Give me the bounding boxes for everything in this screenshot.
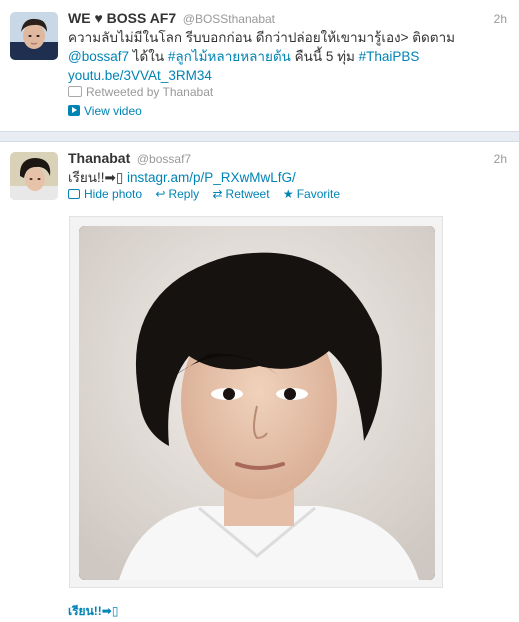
tweet-text-segment: ความลับไม่มีในโลก รีบบอกก่อน ดีกว่าปล่อย…: [68, 30, 456, 45]
timestamp[interactable]: 2h: [494, 152, 507, 166]
favorite-label: Favorite: [296, 187, 341, 201]
favorite-button[interactable]: ★ Favorite: [283, 187, 340, 201]
retweet-icon: [68, 86, 82, 97]
tweet-retweeted[interactable]: WE ♥ BOSS AF7 @BOSSthanabat 2h ความลับไม…: [0, 0, 519, 131]
hashtag-link[interactable]: #ลูกไม้หลายหลายต้น: [168, 49, 291, 64]
tweet-expanded[interactable]: Thanabat @bossaf7 2h เรียน!!➡▯ instagr.a…: [0, 142, 519, 622]
avatar-image: [10, 12, 58, 60]
retweet-label: Retweet: [225, 187, 270, 201]
url-link[interactable]: instagr.am/p/P_RXwMwLfG/: [127, 170, 296, 185]
tweet-text-segment: เรียน!!➡▯: [68, 170, 127, 185]
tweet-text: ความลับไม่มีในโลก รีบบอกก่อน ดีกว่าปล่อย…: [68, 28, 508, 85]
author-handle[interactable]: @BOSSthanabat: [183, 12, 275, 26]
reply-button[interactable]: ↩ Reply: [155, 187, 199, 201]
view-video-button[interactable]: View video: [68, 104, 142, 118]
avatar[interactable]: [10, 12, 58, 60]
retweeted-by-label[interactable]: Retweeted by Thanabat: [86, 85, 213, 99]
stream-divider: [0, 131, 519, 142]
author-name[interactable]: Thanabat: [68, 150, 130, 166]
star-icon: ★: [282, 187, 294, 201]
avatar-image: [10, 152, 58, 200]
avatar[interactable]: [10, 152, 58, 200]
hashtag-link[interactable]: #ThaiPBS: [359, 49, 420, 64]
author-handle[interactable]: @bossaf7: [137, 152, 191, 166]
hide-photo-label: Hide photo: [84, 187, 143, 201]
photo-content: [79, 226, 435, 580]
photo-caption-link[interactable]: เรียน!!➡▯: [68, 602, 118, 621]
retweet-button[interactable]: ⇄ Retweet: [212, 187, 269, 201]
tweet-text-segment: ได้ใน: [129, 49, 168, 64]
media-photo[interactable]: [69, 216, 443, 588]
play-icon: [68, 105, 80, 116]
reply-label: Reply: [168, 187, 200, 201]
url-link[interactable]: youtu.be/3VVAt_3RM34: [68, 68, 212, 83]
retweeted-by: Retweeted by Thanabat: [68, 85, 213, 99]
mention-link[interactable]: @bossaf7: [68, 49, 129, 64]
tweet-header: Thanabat @bossaf7: [68, 150, 191, 168]
tweet-header: WE ♥ BOSS AF7 @BOSSthanabat: [68, 10, 275, 28]
author-name[interactable]: WE ♥ BOSS AF7: [68, 10, 176, 26]
portrait-photo: [79, 226, 435, 580]
tweet-text: เรียน!!➡▯ instagr.am/p/P_RXwMwLfG/: [68, 168, 508, 187]
tweet-actions: Hide photo ↩ Reply ⇄ Retweet ★ Favorite: [68, 187, 350, 201]
timestamp[interactable]: 2h: [494, 12, 507, 26]
hide-photo-button[interactable]: Hide photo: [68, 187, 142, 201]
reply-icon: ↩: [155, 187, 166, 201]
retweet-icon: ⇄: [212, 187, 223, 201]
tweet-text-segment: คืนนี้ 5 ทุ่ม: [290, 49, 359, 64]
photo-icon: [68, 189, 80, 199]
view-video-label[interactable]: View video: [84, 104, 142, 118]
